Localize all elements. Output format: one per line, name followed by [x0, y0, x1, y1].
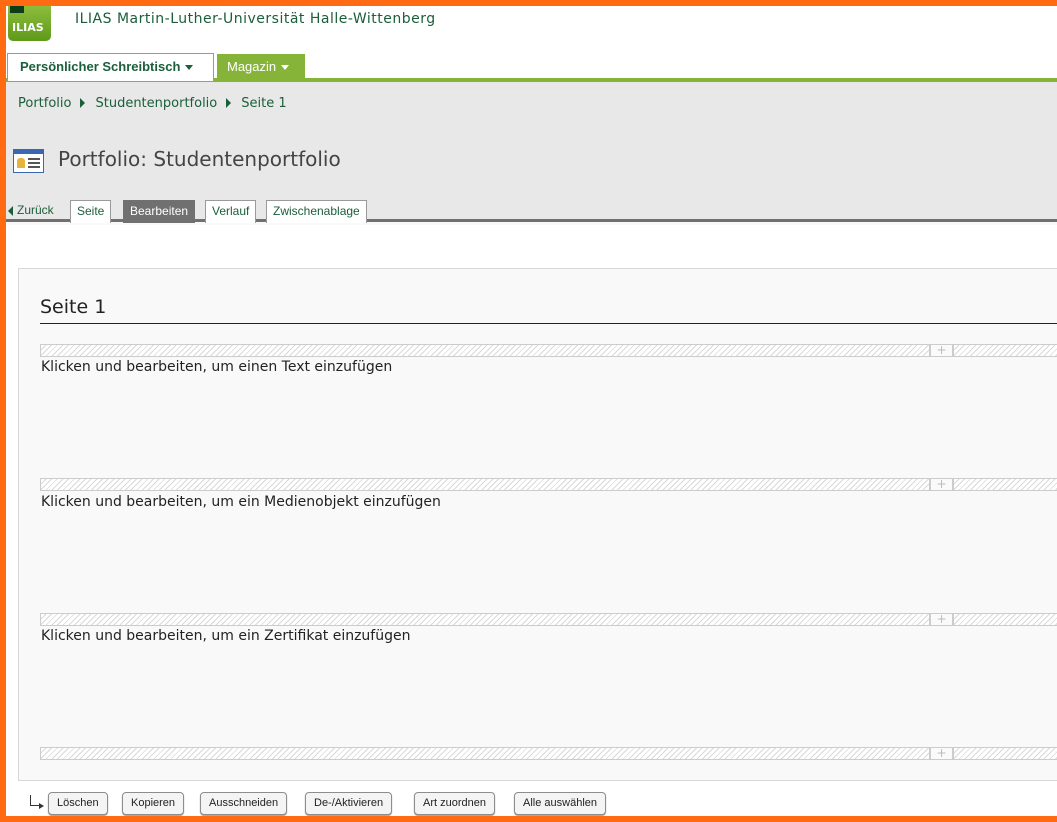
page-title: Portfolio: Studentenportfolio: [58, 147, 341, 171]
add-icon[interactable]: +: [930, 747, 953, 760]
sub-tabs: Zurück Seite Bearbeiten Verlauf Zwischen…: [6, 198, 1057, 223]
breadcrumb-item-studentenportfolio[interactable]: Studentenportfolio: [95, 96, 217, 111]
add-icon[interactable]: +: [930, 344, 953, 357]
menu-tab-personal-desktop[interactable]: Persönlicher Schreibtisch: [7, 53, 214, 81]
breadcrumb-separator-icon: [80, 98, 86, 108]
insert-dropzone[interactable]: +: [40, 747, 1057, 760]
main-menu: Persönlicher Schreibtisch Magazin: [6, 52, 1057, 82]
installation-title: ILIAS Martin-Luther-Universität Halle-Wi…: [75, 11, 436, 27]
content-area: Seite 1 + Klicken und bearbeiten, um ein…: [6, 225, 1057, 816]
copy-button[interactable]: Kopieren: [122, 792, 185, 815]
portfolio-icon: [13, 149, 44, 173]
delete-button[interactable]: Löschen: [48, 792, 108, 815]
media-placeholder[interactable]: Klicken und bearbeiten, um ein Medienobj…: [41, 494, 441, 510]
select-all-button[interactable]: Alle auswählen: [514, 792, 606, 815]
menu-tab-label: Magazin: [227, 59, 277, 74]
toggle-active-button[interactable]: De-/Aktivieren: [305, 792, 393, 815]
back-link[interactable]: Zurück: [8, 203, 54, 217]
add-icon[interactable]: +: [930, 613, 953, 626]
breadcrumb-item-seite[interactable]: Seite 1: [241, 96, 286, 111]
selection-arrow-icon: [30, 795, 44, 809]
tab-bearbeiten[interactable]: Bearbeiten: [123, 200, 196, 223]
logo-mark: [10, 6, 24, 13]
page-heading[interactable]: Seite 1: [40, 296, 106, 318]
back-arrow-icon: [8, 205, 13, 216]
insert-dropzone[interactable]: +: [40, 478, 1057, 491]
tab-verlauf[interactable]: Verlauf: [205, 200, 257, 223]
page-editor: Seite 1 + Klicken und bearbeiten, um ein…: [18, 268, 1057, 781]
menu-tab-label: Persönlicher Schreibtisch: [20, 59, 181, 74]
insert-dropzone[interactable]: +: [40, 613, 1057, 626]
back-label: Zurück: [17, 203, 54, 217]
chevron-down-icon: [185, 65, 194, 71]
tab-zwischenablage[interactable]: Zwischenablage: [266, 200, 367, 223]
cut-button[interactable]: Ausschneiden: [200, 792, 288, 815]
breadcrumb-separator-icon: [226, 98, 232, 108]
certificate-placeholder[interactable]: Klicken und bearbeiten, um ein Zertifika…: [41, 628, 410, 644]
assign-type-button[interactable]: Art zuordnen: [414, 792, 495, 815]
breadcrumb-item-portfolio[interactable]: Portfolio: [18, 96, 71, 111]
page-actions: Löschen Kopieren Ausschneiden De-/Aktivi…: [6, 788, 1057, 816]
text-placeholder[interactable]: Klicken und bearbeiten, um einen Text ei…: [41, 359, 392, 375]
breadcrumb: Portfolio Studentenportfolio Seite 1: [18, 96, 287, 111]
tab-seite[interactable]: Seite: [70, 200, 112, 223]
ilias-logo[interactable]: ILIAS: [8, 6, 51, 41]
heading-rule: [40, 323, 1057, 324]
browser-frame: ILIAS ILIAS Martin-Luther-Universität Ha…: [6, 6, 1057, 816]
chevron-down-icon: [281, 65, 290, 71]
menu-tab-magazin[interactable]: Magazin: [217, 54, 305, 80]
insert-dropzone[interactable]: +: [40, 344, 1057, 357]
add-icon[interactable]: +: [930, 478, 953, 491]
logo-text: ILIAS: [12, 21, 44, 34]
